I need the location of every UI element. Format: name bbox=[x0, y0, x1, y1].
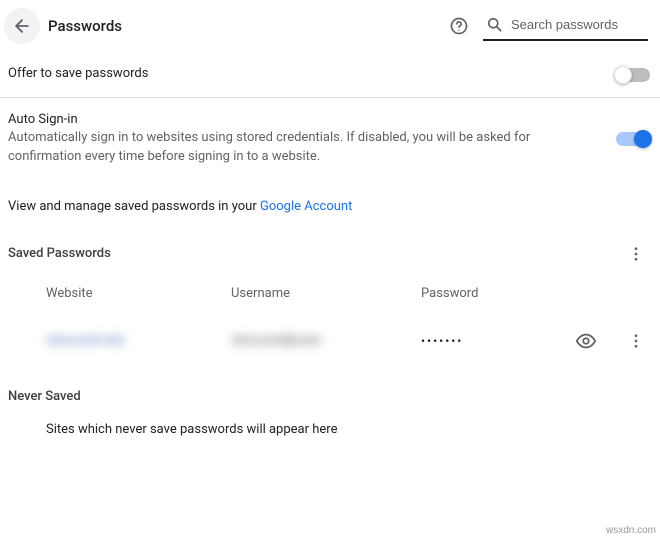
saved-passwords-title: Saved Passwords bbox=[8, 246, 111, 261]
more-vert-icon bbox=[627, 245, 645, 263]
column-username: Username bbox=[231, 286, 421, 301]
password-entry: obscured-site obscured@user ••••••• bbox=[0, 307, 660, 375]
saved-passwords-header: Saved Passwords bbox=[0, 238, 660, 280]
eye-icon bbox=[575, 330, 597, 352]
more-vert-icon bbox=[627, 332, 645, 350]
page-title: Passwords bbox=[48, 17, 122, 35]
auto-signin-title: Auto Sign-in bbox=[8, 112, 596, 127]
search-input[interactable] bbox=[511, 17, 646, 32]
back-button[interactable] bbox=[4, 8, 40, 44]
column-password: Password bbox=[421, 286, 590, 301]
watermark: wsxdn.com bbox=[606, 525, 656, 536]
entry-password-mask: ••••••• bbox=[421, 334, 572, 348]
auto-signin-desc: Automatically sign in to websites using … bbox=[8, 129, 596, 167]
help-icon bbox=[449, 16, 469, 36]
saved-columns: Website Username Password bbox=[0, 280, 660, 307]
header-bar: Passwords bbox=[0, 0, 660, 52]
saved-passwords-menu-button[interactable] bbox=[620, 238, 652, 270]
offer-save-title: Offer to save passwords bbox=[8, 66, 596, 81]
arrow-left-icon bbox=[12, 16, 32, 36]
offer-save-section: Offer to save passwords bbox=[0, 52, 660, 97]
help-button[interactable] bbox=[443, 10, 475, 42]
auto-signin-section: Auto Sign-in Automatically sign in to we… bbox=[0, 98, 660, 181]
google-account-link[interactable]: Google Account bbox=[260, 199, 352, 214]
entry-website[interactable]: obscured-site bbox=[46, 333, 231, 348]
entry-menu-button[interactable] bbox=[620, 325, 652, 357]
search-icon bbox=[485, 15, 503, 33]
manage-passwords-row: View and manage saved passwords in your … bbox=[0, 181, 660, 238]
entry-username: obscured@user bbox=[231, 333, 421, 348]
show-password-button[interactable] bbox=[572, 327, 600, 355]
manage-prefix: View and manage saved passwords in your bbox=[8, 199, 260, 214]
never-saved-title: Never Saved bbox=[0, 375, 660, 414]
offer-save-toggle[interactable] bbox=[616, 68, 650, 82]
column-website: Website bbox=[46, 286, 231, 301]
auto-signin-toggle[interactable] bbox=[616, 132, 650, 146]
search-field[interactable] bbox=[483, 11, 648, 41]
never-saved-empty: Sites which never save passwords will ap… bbox=[0, 414, 660, 453]
